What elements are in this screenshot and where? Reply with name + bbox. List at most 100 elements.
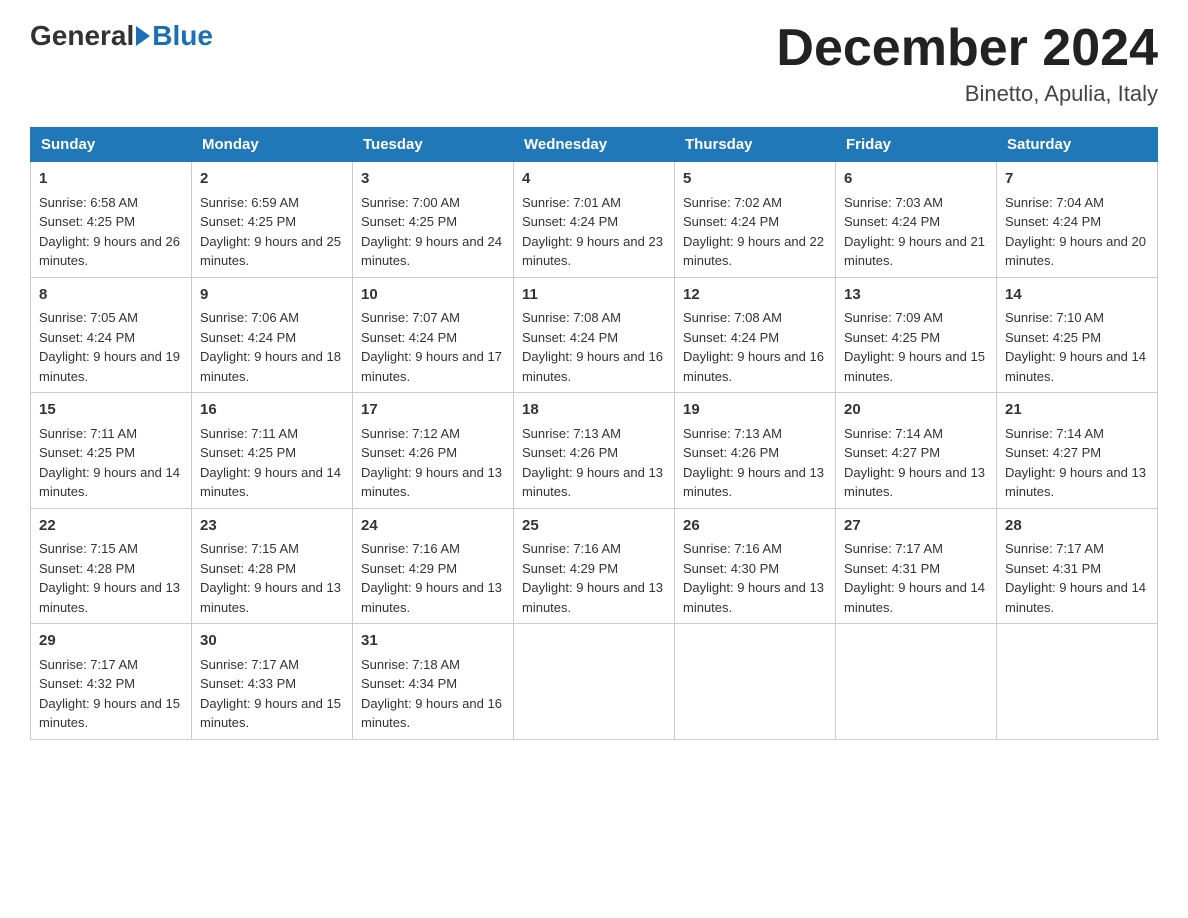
day-info: Sunrise: 7:14 AMSunset: 4:27 PMDaylight:… — [844, 424, 988, 502]
day-info: Sunrise: 7:03 AMSunset: 4:24 PMDaylight:… — [844, 193, 988, 271]
day-info: Sunrise: 7:01 AMSunset: 4:24 PMDaylight:… — [522, 193, 666, 271]
calendar-cell: 18Sunrise: 7:13 AMSunset: 4:26 PMDayligh… — [514, 393, 675, 509]
calendar-cell: 4Sunrise: 7:01 AMSunset: 4:24 PMDaylight… — [514, 162, 675, 278]
column-header-sunday: Sunday — [31, 128, 192, 162]
calendar-cell — [675, 624, 836, 740]
day-number: 29 — [39, 630, 183, 653]
location-subtitle: Binetto, Apulia, Italy — [776, 81, 1158, 107]
day-info: Sunrise: 7:16 AMSunset: 4:29 PMDaylight:… — [522, 539, 666, 617]
calendar-cell: 16Sunrise: 7:11 AMSunset: 4:25 PMDayligh… — [192, 393, 353, 509]
day-number: 30 — [200, 630, 344, 653]
day-number: 12 — [683, 284, 827, 307]
day-info: Sunrise: 7:13 AMSunset: 4:26 PMDaylight:… — [522, 424, 666, 502]
day-number: 31 — [361, 630, 505, 653]
day-number: 21 — [1005, 399, 1149, 422]
calendar-cell: 13Sunrise: 7:09 AMSunset: 4:25 PMDayligh… — [836, 277, 997, 393]
day-info: Sunrise: 7:17 AMSunset: 4:33 PMDaylight:… — [200, 655, 344, 733]
day-info: Sunrise: 7:13 AMSunset: 4:26 PMDaylight:… — [683, 424, 827, 502]
day-info: Sunrise: 7:16 AMSunset: 4:30 PMDaylight:… — [683, 539, 827, 617]
day-number: 9 — [200, 284, 344, 307]
day-info: Sunrise: 7:10 AMSunset: 4:25 PMDaylight:… — [1005, 308, 1149, 386]
day-number: 27 — [844, 515, 988, 538]
calendar-cell: 11Sunrise: 7:08 AMSunset: 4:24 PMDayligh… — [514, 277, 675, 393]
day-info: Sunrise: 7:04 AMSunset: 4:24 PMDaylight:… — [1005, 193, 1149, 271]
day-number: 4 — [522, 168, 666, 191]
calendar-cell: 9Sunrise: 7:06 AMSunset: 4:24 PMDaylight… — [192, 277, 353, 393]
column-header-thursday: Thursday — [675, 128, 836, 162]
day-info: Sunrise: 7:00 AMSunset: 4:25 PMDaylight:… — [361, 193, 505, 271]
day-info: Sunrise: 7:09 AMSunset: 4:25 PMDaylight:… — [844, 308, 988, 386]
day-number: 10 — [361, 284, 505, 307]
column-header-tuesday: Tuesday — [353, 128, 514, 162]
column-header-monday: Monday — [192, 128, 353, 162]
calendar-cell: 25Sunrise: 7:16 AMSunset: 4:29 PMDayligh… — [514, 508, 675, 624]
day-number: 14 — [1005, 284, 1149, 307]
day-info: Sunrise: 7:02 AMSunset: 4:24 PMDaylight:… — [683, 193, 827, 271]
day-number: 19 — [683, 399, 827, 422]
day-info: Sunrise: 7:08 AMSunset: 4:24 PMDaylight:… — [522, 308, 666, 386]
calendar-cell: 29Sunrise: 7:17 AMSunset: 4:32 PMDayligh… — [31, 624, 192, 740]
logo-blue-text: Blue — [152, 20, 213, 52]
day-number: 25 — [522, 515, 666, 538]
day-number: 2 — [200, 168, 344, 191]
day-number: 8 — [39, 284, 183, 307]
calendar-cell: 23Sunrise: 7:15 AMSunset: 4:28 PMDayligh… — [192, 508, 353, 624]
day-info: Sunrise: 7:17 AMSunset: 4:31 PMDaylight:… — [1005, 539, 1149, 617]
day-number: 16 — [200, 399, 344, 422]
calendar-cell — [836, 624, 997, 740]
day-info: Sunrise: 7:15 AMSunset: 4:28 PMDaylight:… — [200, 539, 344, 617]
day-info: Sunrise: 7:07 AMSunset: 4:24 PMDaylight:… — [361, 308, 505, 386]
calendar-week-row: 15Sunrise: 7:11 AMSunset: 4:25 PMDayligh… — [31, 393, 1158, 509]
calendar-week-row: 8Sunrise: 7:05 AMSunset: 4:24 PMDaylight… — [31, 277, 1158, 393]
calendar-table: SundayMondayTuesdayWednesdayThursdayFrid… — [30, 127, 1158, 740]
calendar-cell: 12Sunrise: 7:08 AMSunset: 4:24 PMDayligh… — [675, 277, 836, 393]
day-number: 3 — [361, 168, 505, 191]
logo: General Blue — [30, 20, 213, 52]
calendar-cell: 24Sunrise: 7:16 AMSunset: 4:29 PMDayligh… — [353, 508, 514, 624]
day-info: Sunrise: 7:11 AMSunset: 4:25 PMDaylight:… — [39, 424, 183, 502]
calendar-cell: 27Sunrise: 7:17 AMSunset: 4:31 PMDayligh… — [836, 508, 997, 624]
day-number: 5 — [683, 168, 827, 191]
day-number: 1 — [39, 168, 183, 191]
column-header-wednesday: Wednesday — [514, 128, 675, 162]
day-info: Sunrise: 7:06 AMSunset: 4:24 PMDaylight:… — [200, 308, 344, 386]
day-number: 28 — [1005, 515, 1149, 538]
logo-general-text: General — [30, 20, 134, 52]
calendar-header-row: SundayMondayTuesdayWednesdayThursdayFrid… — [31, 128, 1158, 162]
calendar-cell — [997, 624, 1158, 740]
day-info: Sunrise: 7:08 AMSunset: 4:24 PMDaylight:… — [683, 308, 827, 386]
day-info: Sunrise: 6:59 AMSunset: 4:25 PMDaylight:… — [200, 193, 344, 271]
calendar-cell: 1Sunrise: 6:58 AMSunset: 4:25 PMDaylight… — [31, 162, 192, 278]
day-number: 18 — [522, 399, 666, 422]
day-info: Sunrise: 7:12 AMSunset: 4:26 PMDaylight:… — [361, 424, 505, 502]
column-header-saturday: Saturday — [997, 128, 1158, 162]
calendar-week-row: 22Sunrise: 7:15 AMSunset: 4:28 PMDayligh… — [31, 508, 1158, 624]
day-number: 11 — [522, 284, 666, 307]
calendar-cell: 20Sunrise: 7:14 AMSunset: 4:27 PMDayligh… — [836, 393, 997, 509]
day-info: Sunrise: 7:14 AMSunset: 4:27 PMDaylight:… — [1005, 424, 1149, 502]
calendar-cell: 17Sunrise: 7:12 AMSunset: 4:26 PMDayligh… — [353, 393, 514, 509]
calendar-cell: 14Sunrise: 7:10 AMSunset: 4:25 PMDayligh… — [997, 277, 1158, 393]
day-number: 23 — [200, 515, 344, 538]
month-year-title: December 2024 — [776, 20, 1158, 77]
calendar-cell: 2Sunrise: 6:59 AMSunset: 4:25 PMDaylight… — [192, 162, 353, 278]
day-number: 20 — [844, 399, 988, 422]
day-number: 6 — [844, 168, 988, 191]
title-block: December 2024 Binetto, Apulia, Italy — [776, 20, 1158, 107]
calendar-week-row: 1Sunrise: 6:58 AMSunset: 4:25 PMDaylight… — [31, 162, 1158, 278]
day-info: Sunrise: 7:15 AMSunset: 4:28 PMDaylight:… — [39, 539, 183, 617]
day-number: 17 — [361, 399, 505, 422]
day-number: 13 — [844, 284, 988, 307]
calendar-cell: 10Sunrise: 7:07 AMSunset: 4:24 PMDayligh… — [353, 277, 514, 393]
day-info: Sunrise: 7:05 AMSunset: 4:24 PMDaylight:… — [39, 308, 183, 386]
day-info: Sunrise: 7:18 AMSunset: 4:34 PMDaylight:… — [361, 655, 505, 733]
calendar-cell: 30Sunrise: 7:17 AMSunset: 4:33 PMDayligh… — [192, 624, 353, 740]
calendar-cell: 26Sunrise: 7:16 AMSunset: 4:30 PMDayligh… — [675, 508, 836, 624]
page-header: General Blue December 2024 Binetto, Apul… — [30, 20, 1158, 107]
day-info: Sunrise: 7:17 AMSunset: 4:31 PMDaylight:… — [844, 539, 988, 617]
day-number: 22 — [39, 515, 183, 538]
day-info: Sunrise: 7:11 AMSunset: 4:25 PMDaylight:… — [200, 424, 344, 502]
day-number: 7 — [1005, 168, 1149, 191]
calendar-cell: 5Sunrise: 7:02 AMSunset: 4:24 PMDaylight… — [675, 162, 836, 278]
calendar-cell: 31Sunrise: 7:18 AMSunset: 4:34 PMDayligh… — [353, 624, 514, 740]
